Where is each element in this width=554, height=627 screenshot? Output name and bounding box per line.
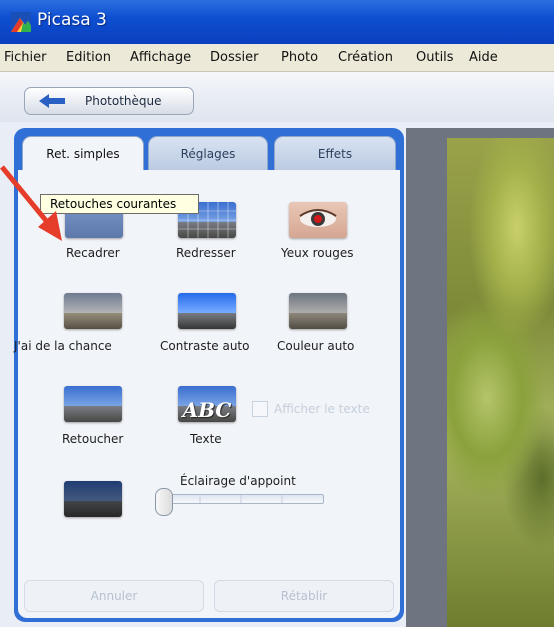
window-title: Picasa 3	[37, 10, 107, 30]
menu-bar: Fichier Edition Affichage Dossier Photo …	[0, 44, 554, 72]
afficher-texte-checkbox[interactable]	[252, 401, 268, 417]
title-bar: Picasa 3	[0, 0, 554, 44]
redresser-label: Redresser	[176, 246, 236, 260]
recadrer-label: Recadrer	[66, 246, 120, 260]
contraste-label: Contraste auto	[160, 339, 250, 353]
menu-edition[interactable]: Edition	[66, 50, 111, 65]
back-arrow-icon	[39, 94, 65, 111]
yeux-rouges-label: Yeux rouges	[281, 246, 354, 260]
menu-dossier[interactable]: Dossier	[210, 50, 258, 65]
menu-fichier[interactable]: Fichier	[4, 50, 47, 65]
retouch-thumbnail-icon	[64, 386, 122, 422]
menu-photo[interactable]: Photo	[281, 50, 318, 65]
tab-reglages[interactable]: Réglages	[148, 136, 268, 170]
menu-creation[interactable]: Création	[338, 50, 393, 65]
picasa-logo-icon	[11, 12, 31, 32]
menu-affichage[interactable]: Affichage	[130, 50, 191, 65]
texte-label: Texte	[190, 432, 222, 446]
eclairage-slider-track[interactable]	[158, 494, 324, 504]
afficher-texte-label: Afficher le texte	[274, 402, 370, 416]
red-eye-thumbnail-icon	[289, 202, 347, 238]
phototheque-back-button[interactable]: Photothèque	[24, 87, 194, 115]
lucky-thumbnail-icon	[64, 293, 122, 329]
tab-effets[interactable]: Effets	[274, 136, 396, 170]
phototheque-label: Photothèque	[85, 94, 162, 108]
photo-preview	[447, 138, 554, 627]
menu-aide[interactable]: Aide	[469, 50, 498, 65]
contrast-thumbnail-icon	[178, 293, 236, 329]
toolbar: Photothèque	[0, 72, 554, 122]
retoucher-label: Retoucher	[62, 432, 124, 446]
chance-label: J'ai de la chance	[14, 339, 112, 353]
color-thumbnail-icon	[289, 293, 347, 329]
eclairage-slider-thumb[interactable]	[155, 488, 173, 516]
fill-light-thumbnail-icon	[64, 481, 122, 517]
red-arrow-icon	[0, 165, 70, 248]
eclairage-label: Éclairage d'appoint	[180, 474, 296, 488]
retablir-button[interactable]: Rétablir	[214, 580, 394, 612]
text-thumbnail-abc: ABC	[182, 398, 232, 422]
menu-outils[interactable]: Outils	[416, 50, 454, 65]
couleur-label: Couleur auto	[277, 339, 355, 353]
annuler-button[interactable]: Annuler	[24, 580, 204, 612]
text-thumbnail-icon: ABC	[178, 386, 236, 422]
